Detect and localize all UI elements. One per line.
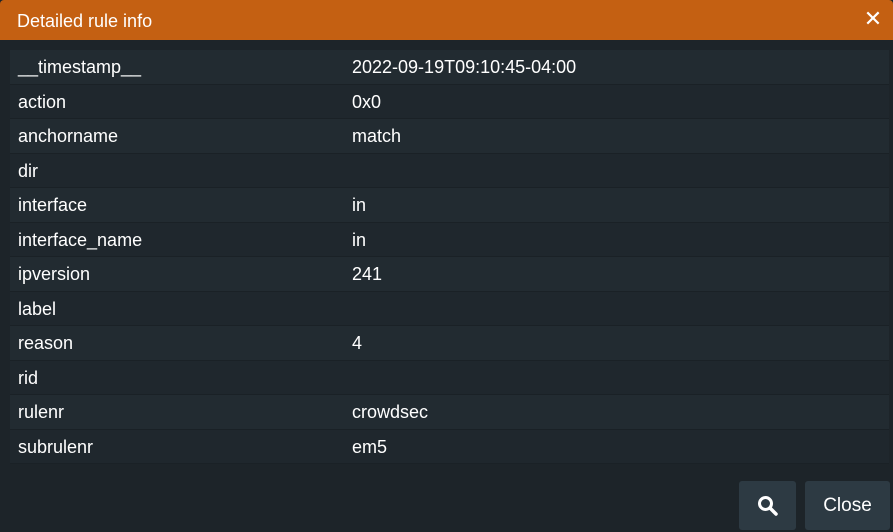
- close-icon[interactable]: ✕: [863, 8, 883, 30]
- field-value: 0x0: [352, 91, 382, 112]
- table-row: interface in: [10, 188, 889, 223]
- table-row: label: [10, 291, 889, 326]
- field-name: rulenr: [18, 402, 65, 422]
- field-name: rid: [18, 367, 39, 388]
- field-value: match: [352, 126, 402, 146]
- search-icon: [758, 496, 778, 516]
- rule-info-dialog: Detailed rule info ✕ __timestamp__ 2022-…: [0, 0, 893, 532]
- field-value: in: [352, 195, 367, 215]
- table-row: rulenr crowdsec: [10, 395, 889, 430]
- table-row: rid: [10, 360, 889, 395]
- field-name: dir: [18, 160, 39, 181]
- table-row: subrulenr em5: [10, 429, 889, 464]
- table-row: ipversion 241: [10, 257, 889, 292]
- dialog-titlebar: Detailed rule info ✕: [0, 0, 893, 40]
- field-name: anchorname: [18, 126, 119, 146]
- field-name: interface_name: [18, 229, 143, 250]
- rule-info-table: __timestamp__ 2022-09-19T09:10:45-04:00 …: [10, 50, 889, 464]
- field-name: reason: [18, 333, 74, 353]
- field-name: subrulenr: [18, 436, 94, 457]
- table-row: anchorname match: [10, 119, 889, 154]
- field-name: ipversion: [18, 264, 91, 284]
- table-row: dir: [10, 153, 889, 188]
- table-row: __timestamp__ 2022-09-19T09:10:45-04:00: [10, 50, 889, 85]
- field-value: 241: [352, 264, 383, 284]
- field-value: crowdsec: [352, 402, 429, 422]
- table-row: interface_name in: [10, 222, 889, 257]
- field-name: action: [18, 91, 67, 112]
- field-value: 2022-09-19T09:10:45-04:00: [352, 57, 577, 77]
- field-name: __timestamp__: [18, 57, 142, 77]
- field-name: label: [18, 298, 57, 319]
- table-row: action 0x0: [10, 84, 889, 119]
- dialog-title: Detailed rule info: [17, 11, 153, 31]
- field-name: interface: [18, 195, 88, 215]
- field-value: in: [352, 229, 367, 250]
- search-button[interactable]: [739, 481, 796, 530]
- field-value: 4: [352, 333, 363, 353]
- table-row: reason 4: [10, 326, 889, 361]
- field-value: em5: [352, 436, 388, 457]
- close-button[interactable]: Close: [805, 481, 890, 530]
